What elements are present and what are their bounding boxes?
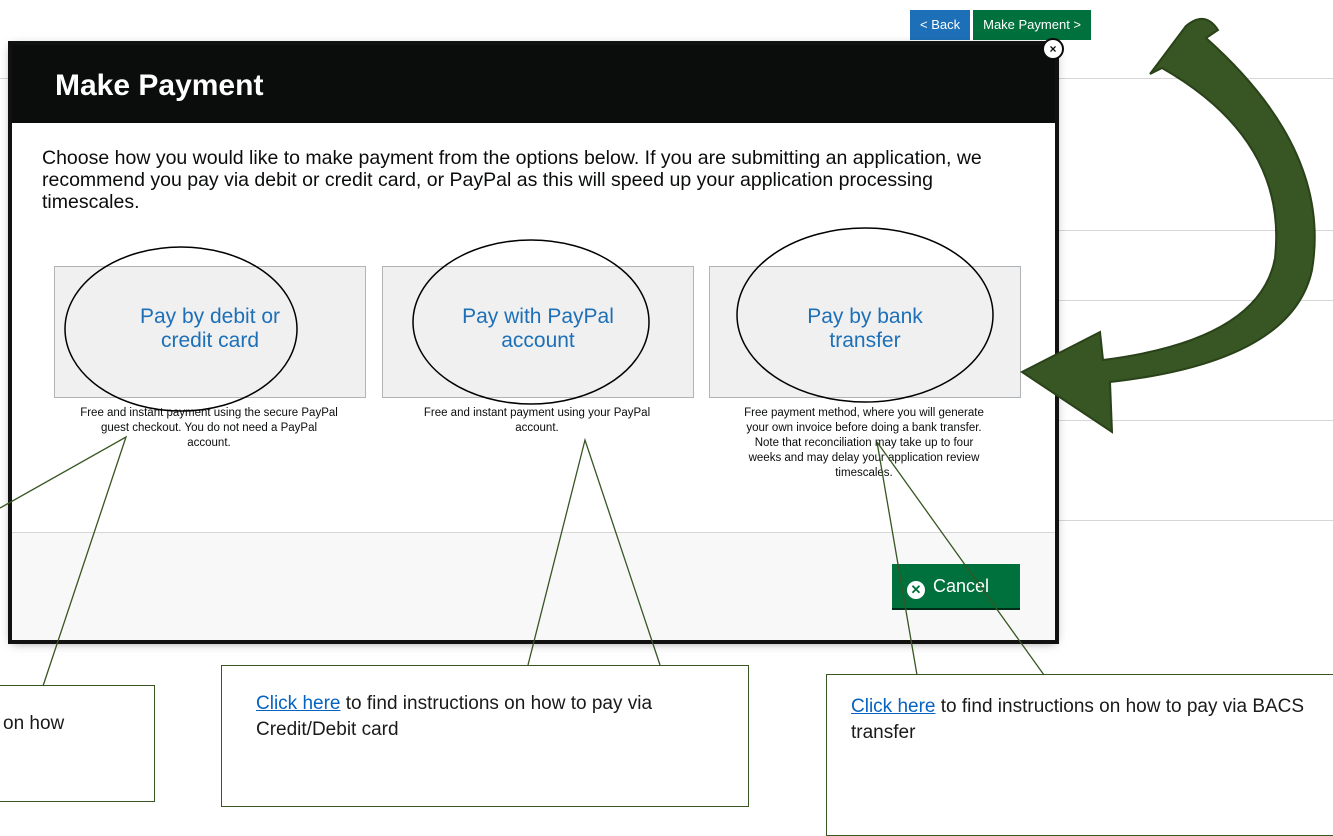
callout-box: on how [0, 685, 155, 802]
background-divider [1055, 520, 1333, 521]
option-label: Pay by bank transfer [807, 305, 923, 352]
callout-text: Click here to find instructions on how t… [256, 691, 736, 743]
callout-text: Click here to find instructions on how t… [851, 694, 1331, 746]
top-nav: < Back Make Payment > [910, 10, 1092, 40]
cancel-label: Cancel [933, 576, 990, 596]
callout-text: on how [3, 713, 65, 734]
option-label: Pay by debit or credit card [139, 305, 281, 352]
click-here-link[interactable]: Click here [851, 696, 935, 717]
modal-title: Make Payment [55, 69, 264, 102]
option-description: Free and instant payment using the secur… [80, 407, 338, 449]
option-description: Free and instant payment using your PayP… [423, 407, 651, 434]
pay-with-paypal-option[interactable]: Pay with PayPal account [382, 266, 694, 398]
close-icon[interactable]: × [1042, 38, 1064, 60]
callout-box: Click here to find instructions on how t… [221, 665, 749, 807]
modal-header: Make Payment [12, 45, 1055, 123]
cancel-button[interactable]: ✕ Cancel [892, 564, 1020, 608]
callout-box: Click here to find instructions on how t… [826, 674, 1333, 836]
make-payment-button[interactable]: Make Payment > [973, 10, 1092, 40]
option-label: Pay with PayPal account [462, 305, 614, 352]
pay-by-card-option[interactable]: Pay by debit or credit card [54, 266, 366, 398]
intro-text: Choose how you would like to make paymen… [42, 147, 982, 213]
background-divider [1055, 420, 1333, 421]
pay-by-bank-transfer-option[interactable]: Pay by bank transfer [709, 266, 1021, 398]
option-description: Free payment method, where you will gene… [744, 407, 984, 479]
background-divider [1055, 300, 1333, 301]
x-circle-icon: ✕ [907, 581, 925, 599]
make-payment-modal: Make Payment × Choose how you would like… [12, 38, 1064, 640]
back-button[interactable]: < Back [910, 10, 971, 40]
background-divider [1055, 230, 1333, 231]
click-here-link[interactable]: Click here [256, 693, 340, 714]
